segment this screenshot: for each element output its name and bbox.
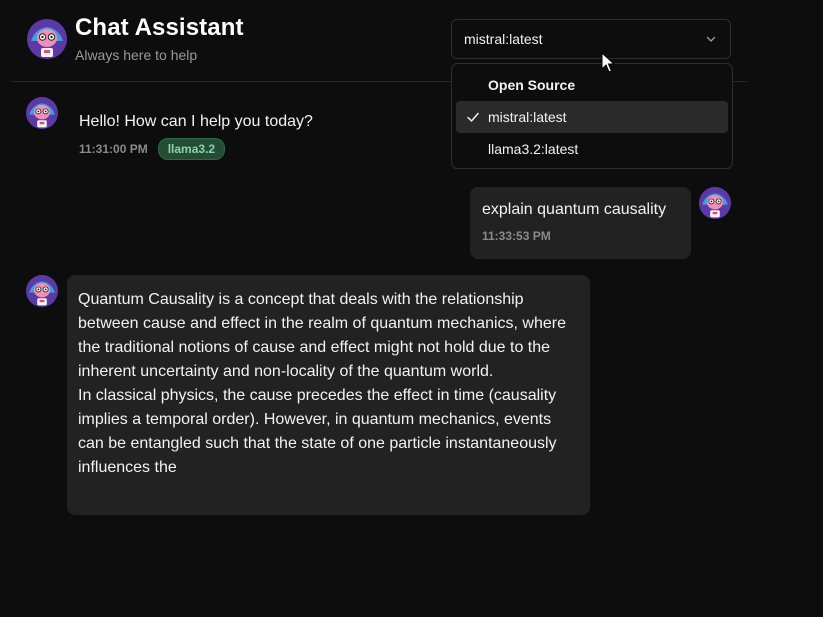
robot-avatar-icon <box>27 19 67 59</box>
user-message-bubble: explain quantum causality 11:33:53 PM <box>470 187 691 259</box>
message-paragraph: In classical physics, the cause precedes… <box>78 387 557 476</box>
assistant-message-text: Hello! How can I help you today? <box>79 113 313 130</box>
assistant-message-bubble: Quantum Causality is a concept that deal… <box>67 275 590 515</box>
message-timestamp: 11:33:53 PM <box>482 229 551 243</box>
model-select[interactable]: mistral:latest <box>451 19 731 59</box>
model-badge: llama3.2 <box>157 138 226 160</box>
model-option-mistral[interactable]: mistral:latest <box>456 101 728 133</box>
message-meta: 11:31:00 PM llama3.2 <box>79 138 226 160</box>
app-subtitle: Always here to help <box>75 47 198 63</box>
check-icon <box>467 112 479 122</box>
assistant-avatar <box>26 275 58 307</box>
chat-page: Chat Assistant Always here to help mistr… <box>0 0 823 617</box>
model-option-label: mistral:latest <box>488 109 567 125</box>
model-option-label: llama3.2:latest <box>488 141 579 157</box>
model-dropdown: Open Source mistral:latest llama3.2:late… <box>451 63 733 169</box>
robot-avatar-icon <box>699 187 731 219</box>
user-avatar <box>699 187 731 219</box>
assistant-avatar <box>26 97 58 129</box>
assistant-avatar <box>27 19 67 59</box>
model-select-value: mistral:latest <box>464 31 543 47</box>
message-paragraph: Quantum Causality is a concept that deal… <box>78 291 566 380</box>
mouse-cursor-icon <box>601 52 615 73</box>
robot-avatar-icon <box>26 275 58 307</box>
chevron-down-icon <box>706 36 716 42</box>
dropdown-group-label: Open Source <box>488 76 576 93</box>
user-message-text: explain quantum causality <box>482 201 667 218</box>
robot-avatar-icon <box>26 97 58 129</box>
model-option-llama[interactable]: llama3.2:latest <box>456 133 728 165</box>
message-timestamp: 11:31:00 PM <box>79 142 148 156</box>
app-title: Chat Assistant <box>75 14 244 41</box>
